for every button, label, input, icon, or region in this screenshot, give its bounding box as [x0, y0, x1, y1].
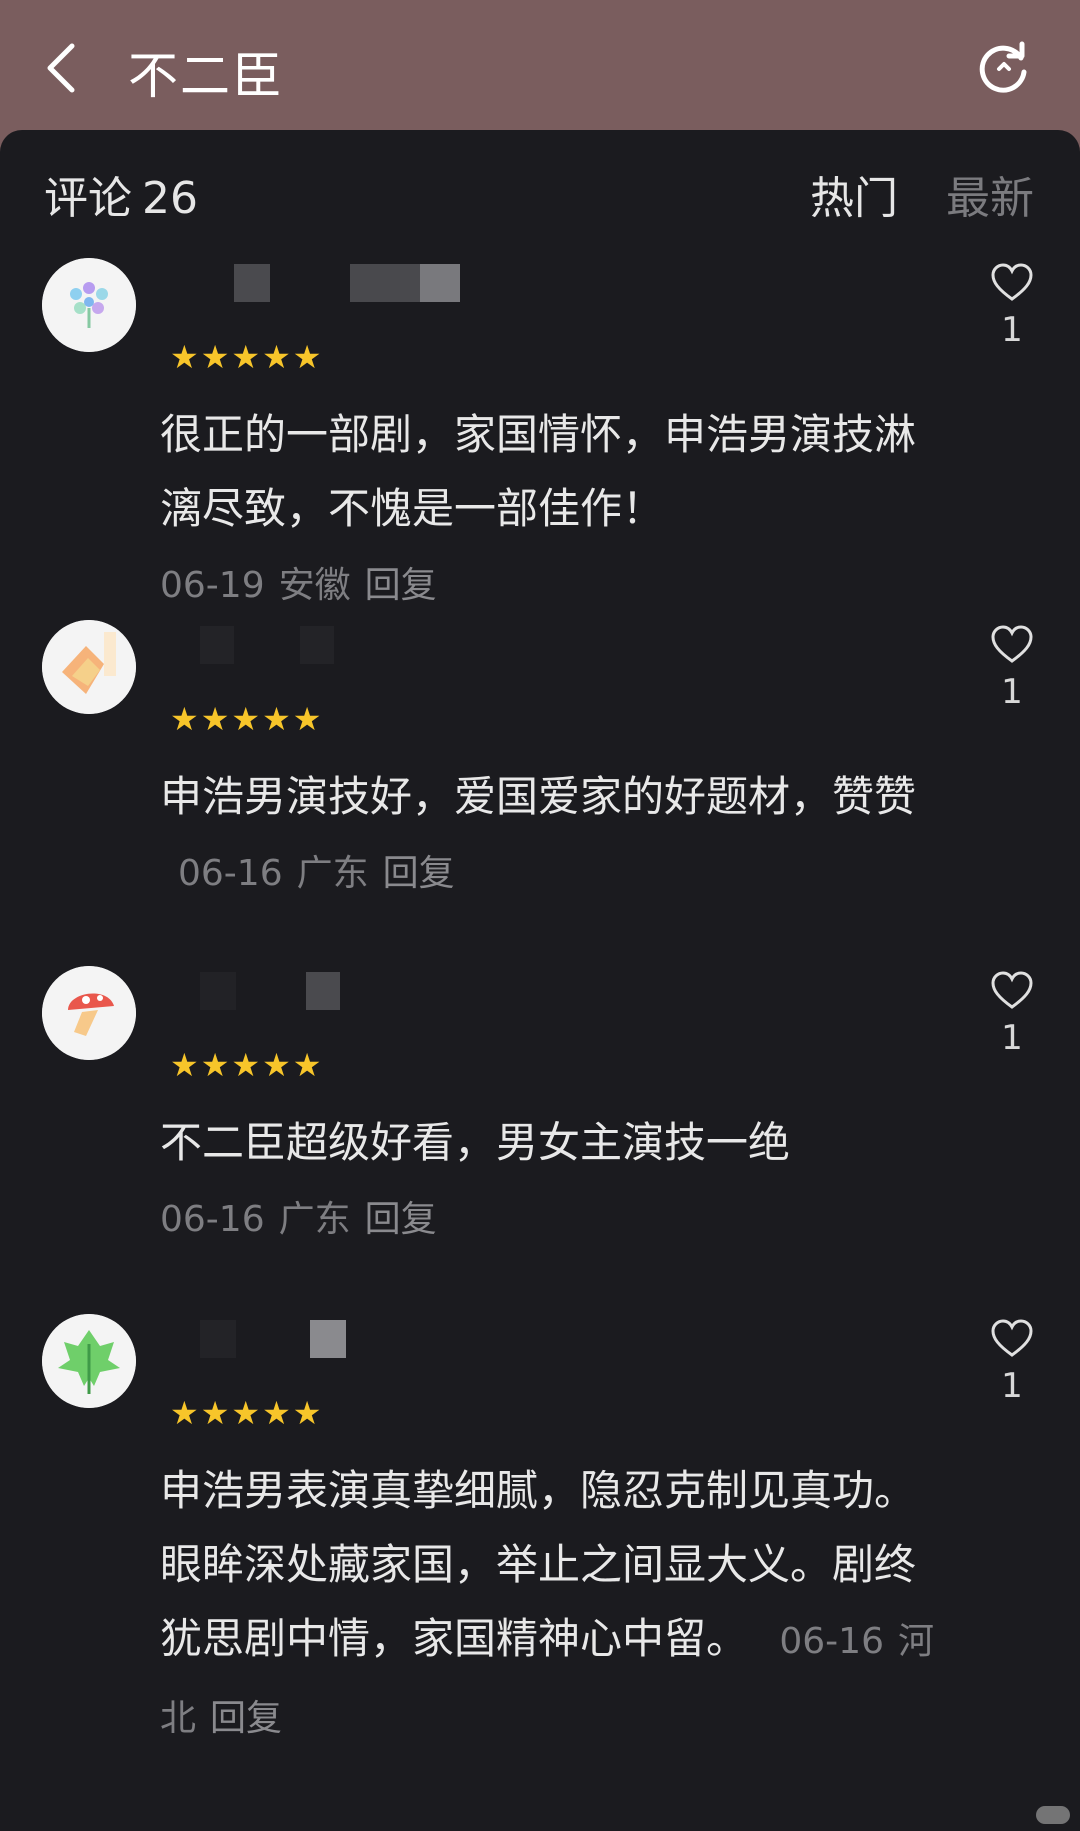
back-button[interactable] [40, 38, 90, 98]
comment-location: 安徽 [278, 565, 351, 606]
comments-label: 评论 [44, 173, 132, 224]
username-redacted [160, 1320, 520, 1360]
like-button[interactable]: 1 [990, 1318, 1034, 1428]
rating-stars: ★★★★★ [170, 1046, 324, 1084]
tab-latest[interactable]: 最新 [946, 162, 1034, 226]
like-button[interactable]: 1 [990, 970, 1034, 1080]
comment-meta: 06-19 安徽 回复 [160, 565, 451, 606]
avatar[interactable] [42, 258, 136, 352]
flower-avatar-icon [42, 258, 136, 352]
avatar[interactable] [42, 966, 136, 1060]
reply-button[interactable]: 回复 [210, 1698, 282, 1739]
redaction-block [200, 972, 236, 1010]
username-redacted [160, 264, 520, 304]
comments-count-number: 26 [142, 173, 198, 224]
username-redacted [160, 626, 520, 666]
comment-date: 06-16 [779, 1621, 884, 1662]
comments-header: 评论 26 热门 最新 [44, 162, 1036, 224]
heart-icon [991, 625, 1033, 663]
refresh-button[interactable] [975, 40, 1033, 98]
tab-hot[interactable]: 热门 [810, 162, 898, 226]
like-count: 1 [1001, 310, 1023, 350]
comment-text: 申浩男表演真挚细腻，隐忍克制见真功。眼眸深处藏家国，举止之间显大义。剧终犹思剧中… [160, 1454, 940, 1756]
comment-text: 很正的一部剧，家国情怀，申浩男演技淋漓尽致，不愧是一部佳作！ 06-19 安徽 回复 [160, 398, 940, 623]
redaction-block [300, 626, 334, 664]
comment-meta: 06-16 广东 回复 [178, 853, 469, 894]
rating-stars: ★★★★★ [170, 338, 324, 376]
redaction-block [350, 264, 420, 302]
redaction-block [200, 626, 234, 664]
mushroom-avatar-icon [42, 966, 136, 1060]
username-redacted [160, 972, 520, 1012]
heart-icon [991, 263, 1033, 301]
page-title: 不二臣 [128, 47, 284, 105]
redaction-block [310, 1320, 346, 1358]
comment-text: 申浩男演技好，爱国爱家的好题材，赞赞 06-16 广东 回复 [160, 760, 940, 911]
like-count: 1 [1001, 1018, 1023, 1058]
heart-icon [991, 971, 1033, 1009]
comment-body: 不二臣超级好看，男女主演技一绝 [160, 1118, 791, 1167]
redaction-block [420, 264, 460, 302]
reply-button[interactable]: 回复 [365, 565, 437, 606]
comment-body: 申浩男演技好，爱国爱家的好题材，赞赞 [160, 772, 917, 821]
redaction-block [200, 1320, 236, 1358]
chevron-left-icon [47, 43, 75, 93]
like-count: 1 [1001, 672, 1023, 712]
comment-location: 广东 [278, 1199, 351, 1240]
redaction-block [234, 264, 270, 302]
avatar[interactable] [42, 1314, 136, 1408]
comment-text: 不二臣超级好看，男女主演技一绝 06-16 广东 回复 [160, 1106, 940, 1257]
comments-sheet: 评论 26 热门 最新 ★★★★★ 很正的一部剧，家国情怀，申浩男演技淋漓尽致，… [0, 130, 1080, 1831]
watermark-badge [1036, 1806, 1070, 1824]
refresh-icon [979, 41, 1027, 93]
avatar[interactable] [42, 620, 136, 714]
comment-meta: 06-16 广东 回复 [160, 1199, 451, 1240]
reply-button[interactable]: 回复 [383, 853, 455, 894]
top-bar: 不二臣 [0, 0, 1080, 140]
like-button[interactable]: 1 [990, 262, 1034, 372]
comment-body: 很正的一部剧，家国情怀，申浩男演技淋漓尽致，不愧是一部佳作！ [160, 410, 917, 533]
rating-stars: ★★★★★ [170, 700, 324, 738]
sunset-avatar-icon [42, 620, 136, 714]
comment-date: 06-16 [160, 1199, 265, 1240]
comment-date: 06-19 [160, 565, 265, 606]
like-button[interactable]: 1 [990, 624, 1034, 734]
comment-date: 06-16 [178, 853, 283, 894]
rating-stars: ★★★★★ [170, 1394, 324, 1432]
heart-icon [991, 1319, 1033, 1357]
reply-button[interactable]: 回复 [365, 1199, 437, 1240]
like-count: 1 [1001, 1366, 1023, 1406]
comments-count: 评论 26 [44, 162, 198, 226]
comment-location: 广东 [296, 853, 369, 894]
redaction-block [306, 972, 340, 1010]
leaf-avatar-icon [42, 1314, 136, 1408]
